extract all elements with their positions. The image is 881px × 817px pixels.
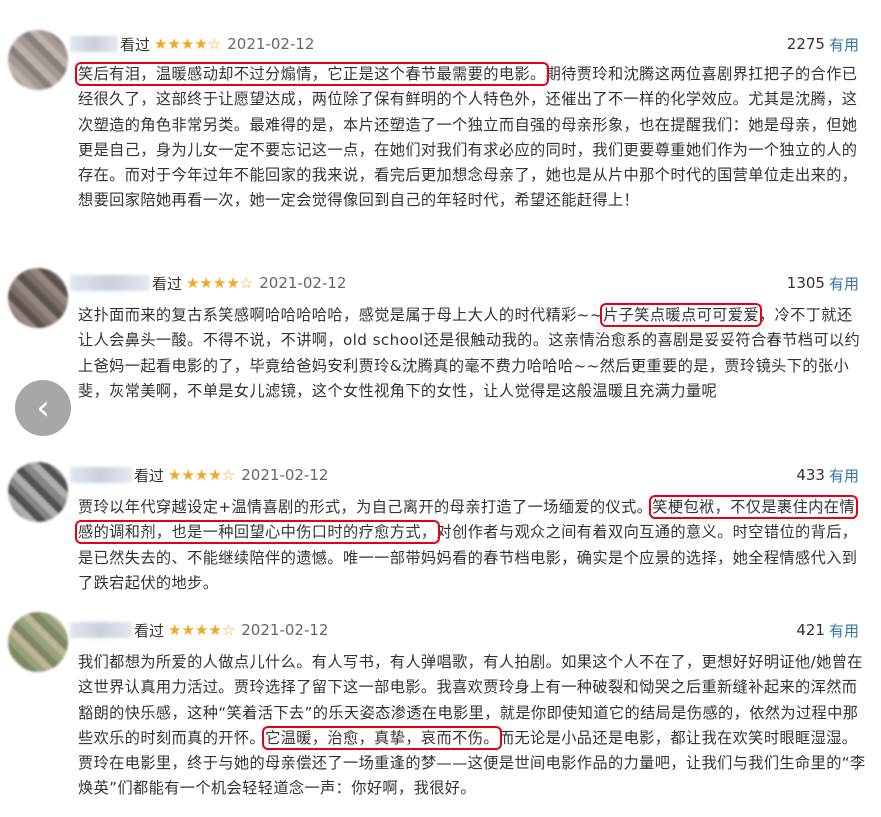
username-blurred[interactable] (70, 36, 118, 52)
watch-status: 看过 (134, 466, 165, 485)
vote-count: 421 (796, 621, 825, 639)
review-meta: 看过 ★★★★☆ 2021-02-12 (70, 464, 328, 486)
vote-count: 433 (796, 466, 825, 484)
watch-status: 看过 (120, 35, 151, 54)
review-text: 我们都想为所爱的人做点儿什么。有人写书，有人弹唱歌，有人拍剧。如果这个人不在了，… (78, 650, 866, 802)
username-blurred[interactable] (70, 275, 150, 291)
user-avatar[interactable] (8, 462, 68, 522)
highlighted-quote: 片子笑点暖点可可爱爱 (600, 303, 762, 327)
highlighted-quote: 笑后有泪，温暖感动却不过分煽情，它正是这个春节最需要的电影。 (75, 62, 549, 86)
username-blurred[interactable] (70, 467, 132, 483)
review-text: 笑后有泪，温暖感动却不过分煽情，它正是这个春节最需要的电影。期待贾玲和沈腾这两位… (75, 62, 866, 214)
username-blurred[interactable] (70, 622, 132, 638)
highlighted-quote: 它温暖，治愈，真挚，哀而不伤。 (262, 725, 502, 750)
vote-area: 433 有用 (796, 464, 859, 486)
rating-stars: ★★★★☆ (168, 621, 236, 639)
rating-stars: ★★★★☆ (168, 466, 236, 484)
vote-area: 2275 有用 (787, 33, 859, 55)
user-avatar[interactable] (8, 30, 68, 90)
vote-count: 2275 (786, 35, 825, 53)
useful-button[interactable]: 有用 (829, 620, 859, 641)
vote-count: 1305 (786, 274, 825, 292)
review-date: 2021-02-12 (259, 274, 347, 292)
review-date: 2021-02-12 (227, 35, 315, 53)
review-date: 2021-02-12 (241, 621, 329, 639)
user-avatar[interactable] (8, 268, 68, 328)
review-text-rest: 期待贾玲和沈腾这两位喜剧界扛把子的合作已经很久了，这部终于让愿望达成，两位除了保… (78, 65, 858, 210)
vote-area: 421 有用 (796, 619, 859, 641)
watch-status: 看过 (134, 621, 165, 640)
watch-status: 看过 (152, 274, 183, 293)
useful-button[interactable]: 有用 (829, 465, 859, 486)
review-meta: 看过 ★★★★☆ 2021-02-12 (70, 272, 346, 294)
review-text-start: 这扑面而来的复古系笑感啊哈哈哈哈哈，感觉是属于母上大人的时代精彩~~ (78, 306, 604, 324)
user-avatar[interactable] (8, 612, 68, 672)
review-meta: 看过 ★★★★☆ 2021-02-12 (70, 33, 314, 55)
chevron-left-icon: ‹ (36, 388, 50, 428)
review-text: 这扑面而来的复古系笑感啊哈哈哈哈哈，感觉是属于母上大人的时代精彩~~片子笑点暖点… (78, 303, 866, 404)
vote-area: 1305 有用 (787, 272, 859, 294)
review-text-start: 贾玲以年代穿越设定+温情喜剧的形式，为自己离开的母亲打造了一场缅爱的仪式。 (78, 498, 653, 516)
useful-button[interactable]: 有用 (829, 34, 859, 55)
review-meta: 看过 ★★★★☆ 2021-02-12 (70, 619, 328, 641)
rating-stars: ★★★★☆ (186, 274, 254, 292)
rating-stars: ★★★★☆ (154, 35, 222, 53)
review-date: 2021-02-12 (241, 466, 329, 484)
useful-button[interactable]: 有用 (829, 273, 859, 294)
review-text: 贾玲以年代穿越设定+温情喜剧的形式，为自己离开的母亲打造了一场缅爱的仪式。笑梗包… (75, 494, 866, 596)
previous-button[interactable]: ‹ (15, 380, 71, 436)
